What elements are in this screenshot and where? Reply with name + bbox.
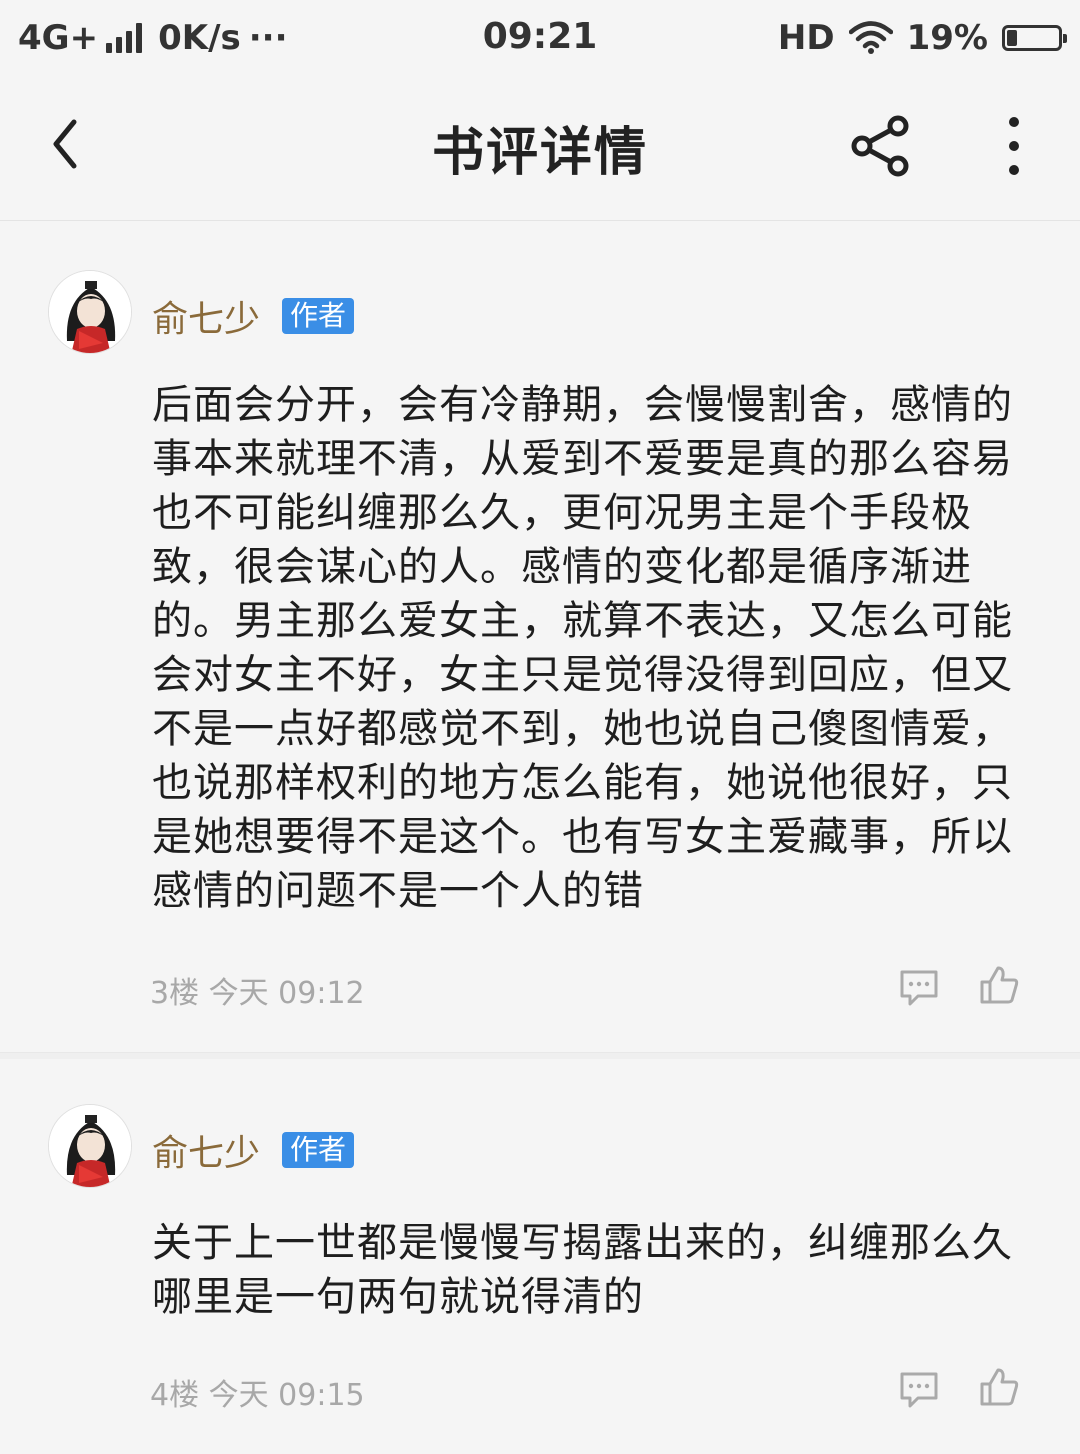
reply-icon[interactable]: [898, 966, 940, 1008]
avatar[interactable]: [48, 270, 132, 354]
battery-icon: [1002, 25, 1067, 51]
page-title: 书评详情: [431, 123, 648, 183]
username[interactable]: 俞七少: [152, 1124, 260, 1176]
comment-meta: 4楼 今天 09:15: [150, 1378, 365, 1413]
battery-fill: [1007, 30, 1017, 46]
thumbs-up-icon[interactable]: [978, 964, 1020, 1006]
status-bar: 4G+ 0K/s ··· 09:21 HD 19%: [0, 0, 1080, 76]
hd-indicator: HD: [777, 18, 835, 58]
comment-body: 关于上一世都是慢慢写揭露出来的，纠缠那么久哪里是一句两句就说得清的: [152, 1220, 1013, 1320]
share-icon[interactable]: [848, 114, 916, 178]
author-badge: 作者: [282, 298, 355, 334]
comment-body: 后面会分开，会有冷静期，会慢慢割舍，感情的事本来就理不清，从爱到不爱要是真的那么…: [152, 382, 1013, 914]
username[interactable]: 俞七少: [152, 290, 260, 342]
thumbs-up-icon[interactable]: [978, 1366, 1020, 1408]
avatar[interactable]: [48, 1104, 132, 1188]
status-right: HD 19%: [777, 18, 1067, 58]
battery-percent: 19%: [906, 18, 988, 58]
user-row: 俞七少 作者: [152, 290, 355, 342]
avatar-image: [49, 271, 131, 353]
comment-meta: 3楼 今天 09:12: [150, 976, 365, 1011]
reply-icon[interactable]: [898, 1368, 940, 1410]
header: 书评详情: [0, 76, 1080, 221]
comment-card: 俞七少 作者 关于上一世都是慢慢写揭露出来的，纠缠那么久哪里是一句两句就说得清的…: [0, 1058, 1080, 1454]
author-badge: 作者: [282, 1132, 355, 1168]
avatar-image: [49, 1105, 131, 1187]
comment-card: 俞七少 作者 后面会分开，会有冷静期，会慢慢割舍，感情的事本来就理不清，从爱到不…: [0, 222, 1080, 1052]
more-vertical-icon[interactable]: [996, 114, 1032, 178]
wifi-icon: [848, 21, 893, 54]
user-row: 俞七少 作者: [152, 1124, 355, 1176]
